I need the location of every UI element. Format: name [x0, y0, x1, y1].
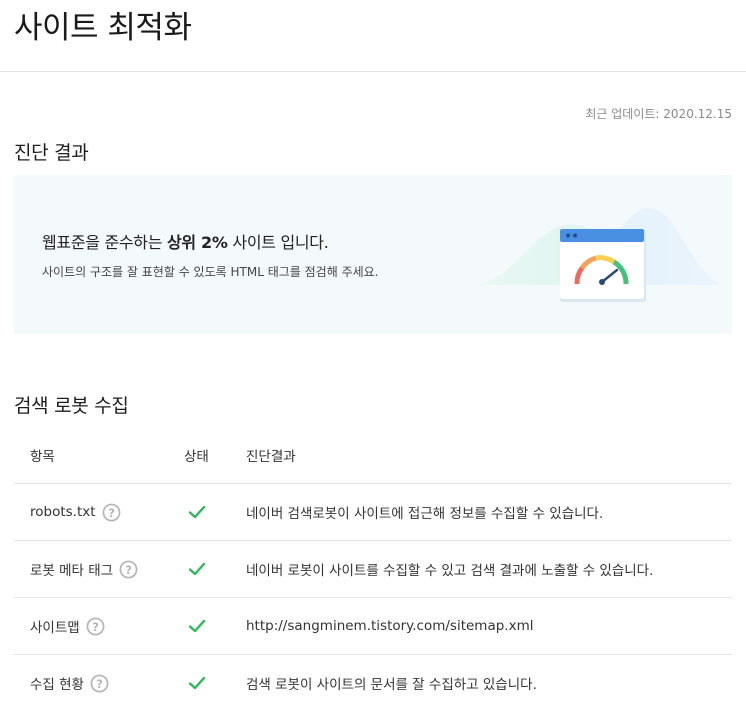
table-row: robots.txt ? 네이버 검색로봇이 사이트에 접근해 정보를 수집할 … — [14, 484, 732, 541]
row-result: 네이버 로봇이 사이트를 수집할 수 있고 검색 결과에 노출할 수 있습니다. — [246, 563, 654, 579]
row-item-label: 사이트맵 — [30, 620, 80, 636]
svg-text:?: ? — [92, 619, 99, 633]
row-item-label: 수집 현황 — [30, 677, 84, 693]
header-status: 상태 — [184, 448, 209, 465]
diagnosis-section-title: 진단 결과 — [14, 142, 89, 164]
last-updated: 최근 업데이트: 2020.12.15 — [585, 107, 732, 121]
header-divider — [0, 71, 746, 72]
question-circle-icon[interactable]: ? — [86, 617, 105, 636]
headline-rank: 상위 2% — [166, 233, 228, 252]
headline-prefix: 웹표준을 준수하는 — [42, 233, 167, 252]
question-circle-icon[interactable]: ? — [119, 560, 138, 579]
speedometer-illustration — [476, 207, 721, 302]
headline-suffix: 사이트 입니다. — [227, 233, 329, 252]
svg-text:?: ? — [125, 562, 132, 576]
table-row: 로봇 메타 태그 ? 네이버 로봇이 사이트를 수집할 수 있고 검색 결과에 … — [14, 541, 732, 598]
diagnosis-headline: 웹표준을 준수하는 상위 2% 사이트 입니다. — [42, 229, 329, 253]
row-item-label: 로봇 메타 태그 — [30, 563, 114, 579]
browser-dot-2 — [573, 233, 577, 238]
speedometer-hub — [599, 279, 605, 285]
robot-table: 항목 상태 진단결과 robots.txt ? 네이버 검색로봇이 사이트에 접… — [14, 426, 732, 711]
check-icon — [188, 562, 206, 576]
page-title: 사이트 최적화 — [14, 10, 192, 46]
svg-text:?: ? — [96, 676, 103, 690]
row-item-label: robots.txt — [30, 504, 96, 520]
check-icon — [188, 619, 206, 633]
robot-section-title: 검색 로봇 수집 — [14, 395, 129, 417]
row-result: 네이버 검색로봇이 사이트에 접근해 정보를 수집할 수 있습니다. — [246, 506, 604, 522]
check-icon — [188, 676, 206, 690]
browser-titlebar — [560, 229, 644, 242]
table-row: 사이트맵 ? http://sangminem.tistory.com/site… — [14, 598, 732, 655]
check-icon — [188, 505, 206, 519]
table-header: 항목 상태 진단결과 — [14, 426, 732, 484]
svg-text:?: ? — [108, 505, 115, 519]
header-result: 진단결과 — [246, 448, 296, 465]
diagnosis-subtext: 사이트의 구조를 잘 표현할 수 있도록 HTML 태그를 점검해 주세요. — [42, 265, 379, 279]
row-result: http://sangminem.tistory.com/sitemap.xml — [246, 618, 534, 634]
browser-dot-1 — [566, 233, 570, 238]
diagnosis-card: 웹표준을 준수하는 상위 2% 사이트 입니다. 사이트의 구조를 잘 표현할 … — [14, 175, 732, 334]
header-item: 항목 — [30, 448, 55, 465]
question-circle-icon[interactable]: ? — [102, 503, 121, 522]
question-circle-icon[interactable]: ? — [90, 674, 109, 693]
